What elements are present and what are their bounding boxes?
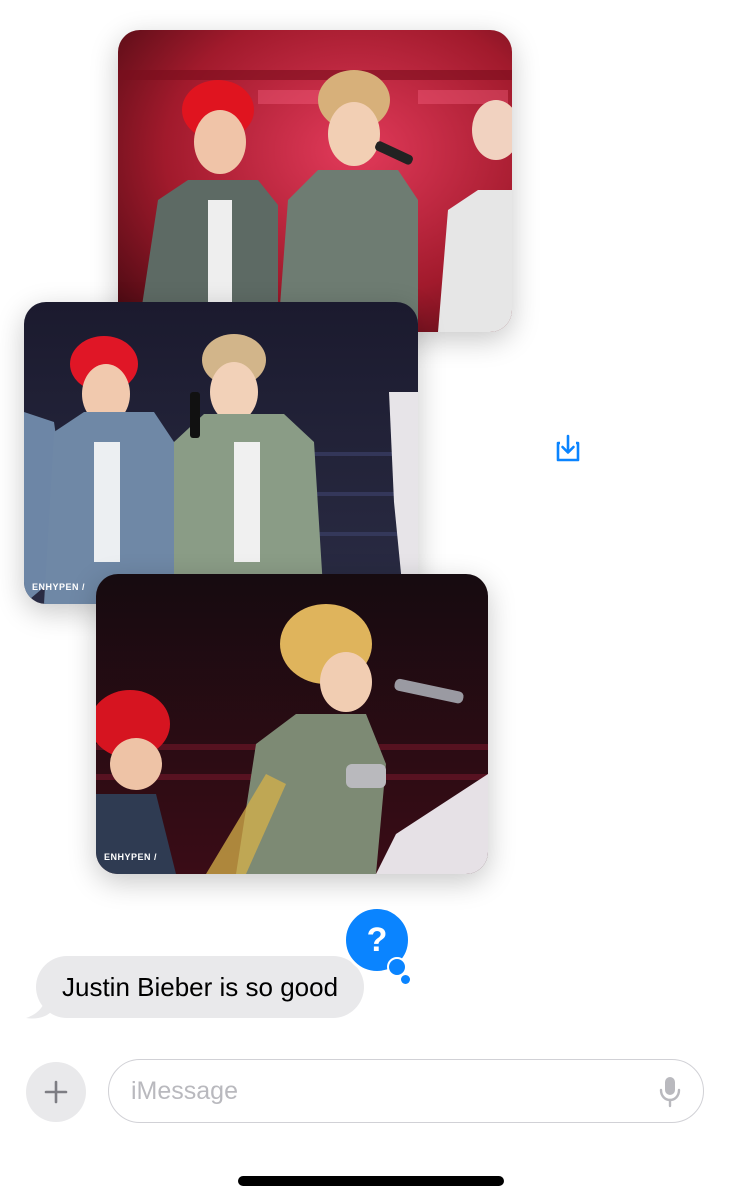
save-image-icon [556, 434, 580, 462]
save-image-button[interactable] [548, 428, 588, 468]
photo-watermark: ENHYPEN / [104, 852, 158, 862]
attached-photo-1[interactable] [118, 30, 512, 332]
question-mark-icon: ? [366, 920, 388, 959]
concert-photo-2-image [24, 302, 418, 604]
imessage-placeholder: iMessage [131, 1076, 238, 1105]
message-text: Justin Bieber is so good [62, 971, 339, 1002]
apps-plus-button[interactable] [26, 1062, 86, 1122]
microphone-icon[interactable] [659, 1076, 681, 1108]
attached-photo-3[interactable]: ENHYPEN / [96, 574, 488, 874]
tapback-tail-dot-small [401, 975, 410, 984]
photo-watermark: ENHYPEN / [32, 582, 86, 592]
received-message-bubble[interactable]: Justin Bieber is so good [36, 956, 365, 1018]
concert-photo-3-image [96, 574, 488, 874]
plus-icon [44, 1080, 68, 1104]
imessage-input[interactable]: iMessage [108, 1059, 704, 1123]
concert-photo-1-image [118, 30, 512, 332]
tapback-tail-dot [387, 957, 407, 977]
home-indicator [238, 1176, 504, 1186]
attached-photo-2[interactable]: ENHYPEN / [24, 302, 418, 604]
